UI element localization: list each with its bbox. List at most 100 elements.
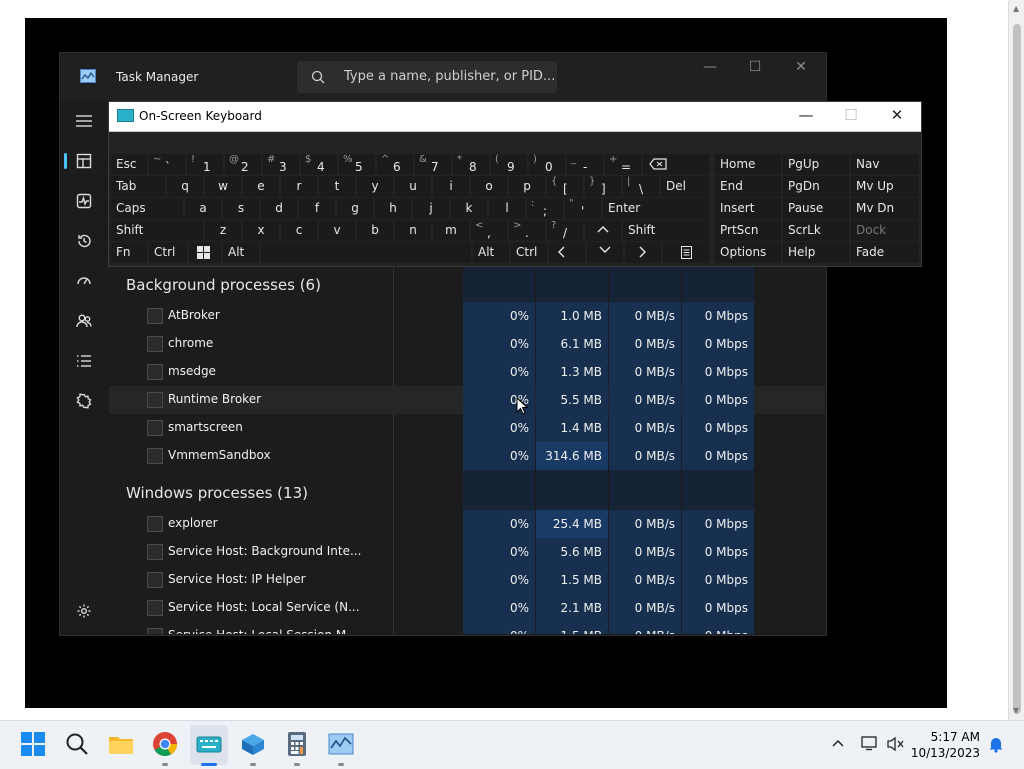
key-sym2-0[interactable]: {[ — [547, 176, 583, 197]
key-nav-scrlk[interactable]: ScrLk — [783, 220, 849, 241]
clock-date[interactable]: 10/13/2023 — [910, 746, 980, 760]
key-row1-2[interactable]: @2 — [225, 154, 261, 175]
key-j[interactable]: j — [413, 198, 449, 219]
services-icon[interactable] — [72, 389, 96, 413]
key-esc[interactable]: Esc — [111, 154, 147, 175]
settings-gear-icon[interactable] — [72, 599, 96, 623]
key-nav-pause[interactable]: Pause — [783, 198, 849, 219]
hamburger-menu-icon[interactable] — [72, 109, 96, 133]
key-d[interactable]: d — [261, 198, 297, 219]
file-explorer-icon[interactable] — [108, 731, 134, 757]
scroll-up-arrow-icon[interactable]: ▲ — [1013, 4, 1019, 13]
key-arrow-up[interactable] — [585, 220, 621, 241]
key-row1-11[interactable]: _ - — [567, 154, 603, 175]
app-history-icon[interactable] — [72, 229, 96, 253]
key-w[interactable]: w — [205, 176, 241, 197]
task-manager-titlebar[interactable]: Task Manager Type a name, publisher, or … — [60, 53, 826, 101]
key-y[interactable]: y — [357, 176, 393, 197]
search-icon[interactable] — [64, 731, 90, 757]
startup-apps-icon[interactable] — [72, 269, 96, 293]
key-v[interactable]: v — [319, 220, 355, 241]
chrome-icon[interactable] — [152, 731, 178, 757]
key-u[interactable]: u — [395, 176, 431, 197]
key-nav-fade[interactable]: Fade — [851, 242, 919, 263]
sandbox-icon[interactable] — [240, 731, 266, 757]
process-row[interactable]: msedge 0% 1.3 MB 0 MB/s 0 Mbps — [109, 358, 825, 386]
key-l[interactable]: l — [489, 198, 525, 219]
start-windows-icon[interactable] — [20, 731, 46, 757]
processes-icon[interactable] — [72, 149, 96, 173]
performance-icon[interactable] — [72, 189, 96, 213]
key-fn[interactable]: Fn — [111, 242, 147, 263]
key-tab[interactable]: Tab — [111, 176, 165, 197]
key-nav-mv-up[interactable]: Mv Up — [851, 176, 919, 197]
osk-minimize-button[interactable]: — — [791, 106, 821, 128]
key-windows[interactable] — [189, 242, 221, 263]
key-arrow-right[interactable] — [625, 242, 661, 263]
key-row1-1[interactable]: ! 1 — [187, 154, 223, 175]
key-ctrl-right[interactable]: Ctrl — [511, 242, 547, 263]
users-icon[interactable] — [72, 309, 96, 333]
key-p[interactable]: p — [509, 176, 545, 197]
process-row[interactable]: Service Host: Local Service (N... 0% 2.1 M… — [109, 594, 825, 622]
key-x[interactable]: x — [243, 220, 279, 241]
key-o[interactable]: o — [471, 176, 507, 197]
key-z[interactable]: z — [205, 220, 241, 241]
key-g[interactable]: g — [337, 198, 373, 219]
process-row[interactable]: Service Host: Local Session M... 0%1.5 MB… — [109, 622, 825, 634]
key-alt-right[interactable]: Alt — [473, 242, 509, 263]
volume-muted-icon[interactable] — [887, 736, 905, 752]
details-icon[interactable] — [72, 349, 96, 373]
key-m[interactable]: m — [433, 220, 469, 241]
task-manager-minimize-button[interactable]: — — [695, 59, 725, 81]
task-manager-taskbar-icon[interactable] — [328, 731, 354, 757]
process-row[interactable]: Service Host: Background Inte... 0% 5.6 MB… — [109, 538, 825, 566]
key-row1-10[interactable]: ) 0 — [529, 154, 565, 175]
process-row[interactable]: smartscreen 0% 1.4 MB 0 MB/s 0 Mbps — [109, 414, 825, 442]
key-menu[interactable] — [663, 242, 709, 263]
process-row[interactable]: VmmemSandbox 0% 314.6 MB 0 MB/s 0 Mbps — [109, 442, 825, 470]
chevron-up-icon[interactable] — [832, 739, 844, 747]
key-row1-3[interactable]: #3 — [263, 154, 299, 175]
key-arrow-down[interactable] — [587, 242, 623, 263]
key-e[interactable]: e — [243, 176, 279, 197]
key-nav-nav[interactable]: Nav — [851, 154, 919, 175]
key-sym4-2[interactable]: ? / — [547, 220, 583, 241]
calculator-icon[interactable] — [284, 731, 310, 757]
key-sym2-1[interactable]: }] — [585, 176, 621, 197]
key-a[interactable]: a — [185, 198, 221, 219]
key-enter[interactable]: Enter — [603, 198, 709, 219]
scrollbar-thumb[interactable] — [1013, 24, 1021, 714]
key-sym4-0[interactable]: <, — [471, 220, 507, 241]
process-row[interactable]: Service Host: IP Helper 0% 1.5 MB 0 MB/s 0 M… — [109, 566, 825, 594]
key-alt-left[interactable]: Alt — [223, 242, 259, 263]
key-c[interactable]: c — [281, 220, 317, 241]
process-row[interactable]: AtBroker 0% 1.0 MB 0 MB/s 0 Mbps — [109, 302, 825, 330]
key-row1-6[interactable]: ^ 6 — [377, 154, 413, 175]
key-i[interactable]: i — [433, 176, 469, 197]
notification-bell-icon[interactable] — [988, 736, 1004, 753]
page-scrollbar[interactable]: ▲ ▼ — [1008, 0, 1024, 720]
process-row[interactable]: Runtime Broker0%5.5 MB0 MB/s0 Mbps — [109, 386, 825, 414]
key-nav-dock[interactable]: Dock — [851, 220, 919, 241]
key-s[interactable]: s — [223, 198, 259, 219]
key-nav-prtscn[interactable]: PrtScn — [715, 220, 781, 241]
key-r[interactable]: r — [281, 176, 317, 197]
process-row[interactable]: explorer 0% 25.4 MB 0 MB/s 0 Mbps — [109, 510, 825, 538]
key-backspace[interactable] — [643, 154, 709, 175]
key-row1-0[interactable]: ~ ` — [149, 154, 185, 175]
key-row1-7[interactable]: & 7 — [415, 154, 451, 175]
key-del[interactable]: Del — [661, 176, 709, 197]
key-shift-left[interactable]: Shift — [111, 220, 203, 241]
key-row1-12[interactable]: + = — [605, 154, 641, 175]
key-nav-options[interactable]: Options — [715, 242, 781, 263]
key-nav-help[interactable]: Help — [783, 242, 849, 263]
network-icon[interactable] — [861, 735, 879, 751]
process-row[interactable]: chrome 0% 6.1 MB 0 MB/s 0 Mbps — [109, 330, 825, 358]
task-manager-close-button[interactable]: ✕ — [786, 59, 816, 81]
key-q[interactable]: q — [167, 176, 203, 197]
key-nav-insert[interactable]: Insert — [715, 198, 781, 219]
key-shift-right[interactable]: Shift — [623, 220, 709, 241]
key-t[interactable]: t — [319, 176, 355, 197]
key-sym2-2[interactable]: | \ — [623, 176, 659, 197]
